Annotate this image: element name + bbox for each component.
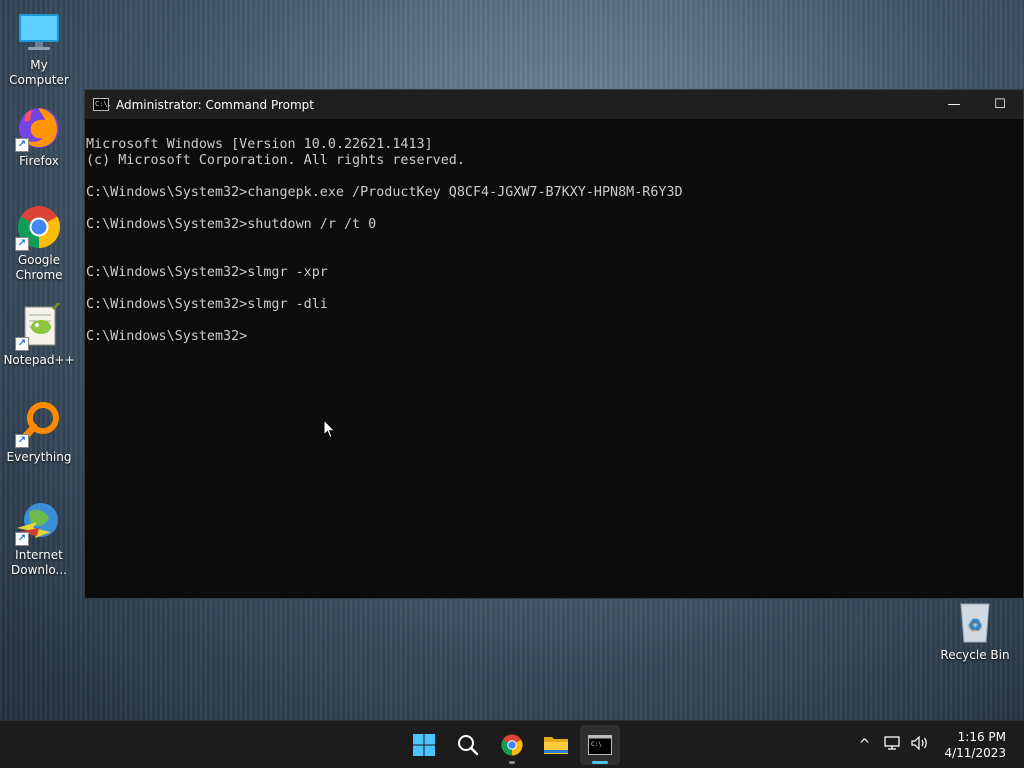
desktop-icon-firefox[interactable]: ↗ Firefox <box>0 104 78 169</box>
desktop-icon-label: Notepad++ <box>3 353 75 367</box>
shortcut-arrow-icon: ↗ <box>15 434 29 448</box>
taskbar: C:\ ^ 1:16 PM 4/11/2023 <box>0 720 1024 768</box>
monitor-icon <box>15 8 63 56</box>
notepad-plus-plus-icon: ↗ <box>15 301 63 351</box>
shortcut-arrow-icon: ↗ <box>15 337 29 351</box>
desktop-icon-internet-download-manager[interactable]: ↗ Internet Downlo... <box>0 498 78 578</box>
clock-date: 4/11/2023 <box>944 746 1006 760</box>
desktop-icon-label: Everything <box>6 450 72 464</box>
console-prompt[interactable]: C:\Windows\System32> <box>86 329 1023 345</box>
folder-icon <box>544 737 568 754</box>
chrome-icon: ↗ <box>15 203 63 251</box>
clock-time: 1:16 PM <box>957 730 1006 744</box>
search-button[interactable] <box>448 725 488 765</box>
desktop-icon-everything[interactable]: ↗ Everything <box>0 400 78 465</box>
console-line: (c) Microsoft Corporation. All rights re… <box>86 153 465 168</box>
globe-download-icon: ↗ <box>15 498 63 546</box>
taskbar-file-explorer-button[interactable] <box>536 725 576 765</box>
svg-text:C:\: C:\ <box>591 741 602 748</box>
shortcut-arrow-icon: ↗ <box>15 532 29 546</box>
desktop-icon-recycle-bin[interactable]: ♻ Recycle Bin <box>936 598 1014 663</box>
window-titlebar[interactable]: C:\. Administrator: Command Prompt — ☐ <box>85 90 1023 119</box>
desktop-icon-label: Internet Downlo... <box>11 548 67 577</box>
console-line: Microsoft Windows [Version 10.0.22621.14… <box>86 137 433 152</box>
mouse-cursor-icon <box>323 419 336 439</box>
active-indicator <box>592 761 608 764</box>
show-hidden-icons-chevron-icon[interactable]: ^ <box>850 737 878 753</box>
desktop-icon-notepad-plus-plus[interactable]: ↗ Notepad++ <box>0 301 78 368</box>
shortcut-arrow-icon: ↗ <box>15 237 29 251</box>
network-icon[interactable] <box>878 736 906 754</box>
taskbar-command-prompt-button[interactable]: C:\ <box>580 725 620 765</box>
console-line: C:\Windows\System32>changepk.exe /Produc… <box>86 185 683 200</box>
minimize-button[interactable]: — <box>931 90 977 119</box>
cmd-icon: C:\. <box>93 98 112 111</box>
desktop-icon-label: Google Chrome <box>15 253 63 282</box>
taskbar-apps: C:\ <box>404 725 620 765</box>
desktop-icon-my-computer[interactable]: My Computer <box>0 8 78 88</box>
windows-logo-icon <box>413 734 435 756</box>
desktop-icon-label: Firefox <box>19 154 59 168</box>
console-line: C:\Windows\System32>slmgr -xpr <box>86 265 328 280</box>
chrome-icon <box>501 734 523 756</box>
recycle-bin-icon: ♻ <box>951 598 999 646</box>
start-button[interactable] <box>404 725 444 765</box>
taskbar-chrome-button[interactable] <box>492 725 532 765</box>
window-title: Administrator: Command Prompt <box>116 97 314 112</box>
terminal-icon: C:\ <box>588 735 612 755</box>
desktop-icon-google-chrome[interactable]: ↗ Google Chrome <box>0 203 78 283</box>
maximize-button[interactable]: ☐ <box>977 90 1023 119</box>
clock[interactable]: 1:16 PM 4/11/2023 <box>934 729 1024 761</box>
search-icon <box>458 735 479 756</box>
shortcut-arrow-icon: ↗ <box>15 138 29 152</box>
desktop-icon-label: My Computer <box>9 58 69 87</box>
firefox-icon: ↗ <box>15 104 63 152</box>
running-indicator <box>509 761 515 764</box>
volume-icon[interactable] <box>906 735 934 754</box>
system-tray: ^ 1:16 PM 4/11/2023 <box>850 721 1024 768</box>
desktop-icon-label: Recycle Bin <box>940 648 1010 662</box>
everything-search-icon: ↗ <box>15 400 63 448</box>
svg-text:♻: ♻ <box>968 615 982 634</box>
console-line: C:\Windows\System32>slmgr -dli <box>86 297 328 312</box>
console-output[interactable]: Microsoft Windows [Version 10.0.22621.14… <box>85 119 1023 377</box>
command-prompt-window[interactable]: C:\. Administrator: Command Prompt — ☐ M… <box>84 89 1024 599</box>
console-line: C:\Windows\System32>shutdown /r /t 0 <box>86 217 377 232</box>
